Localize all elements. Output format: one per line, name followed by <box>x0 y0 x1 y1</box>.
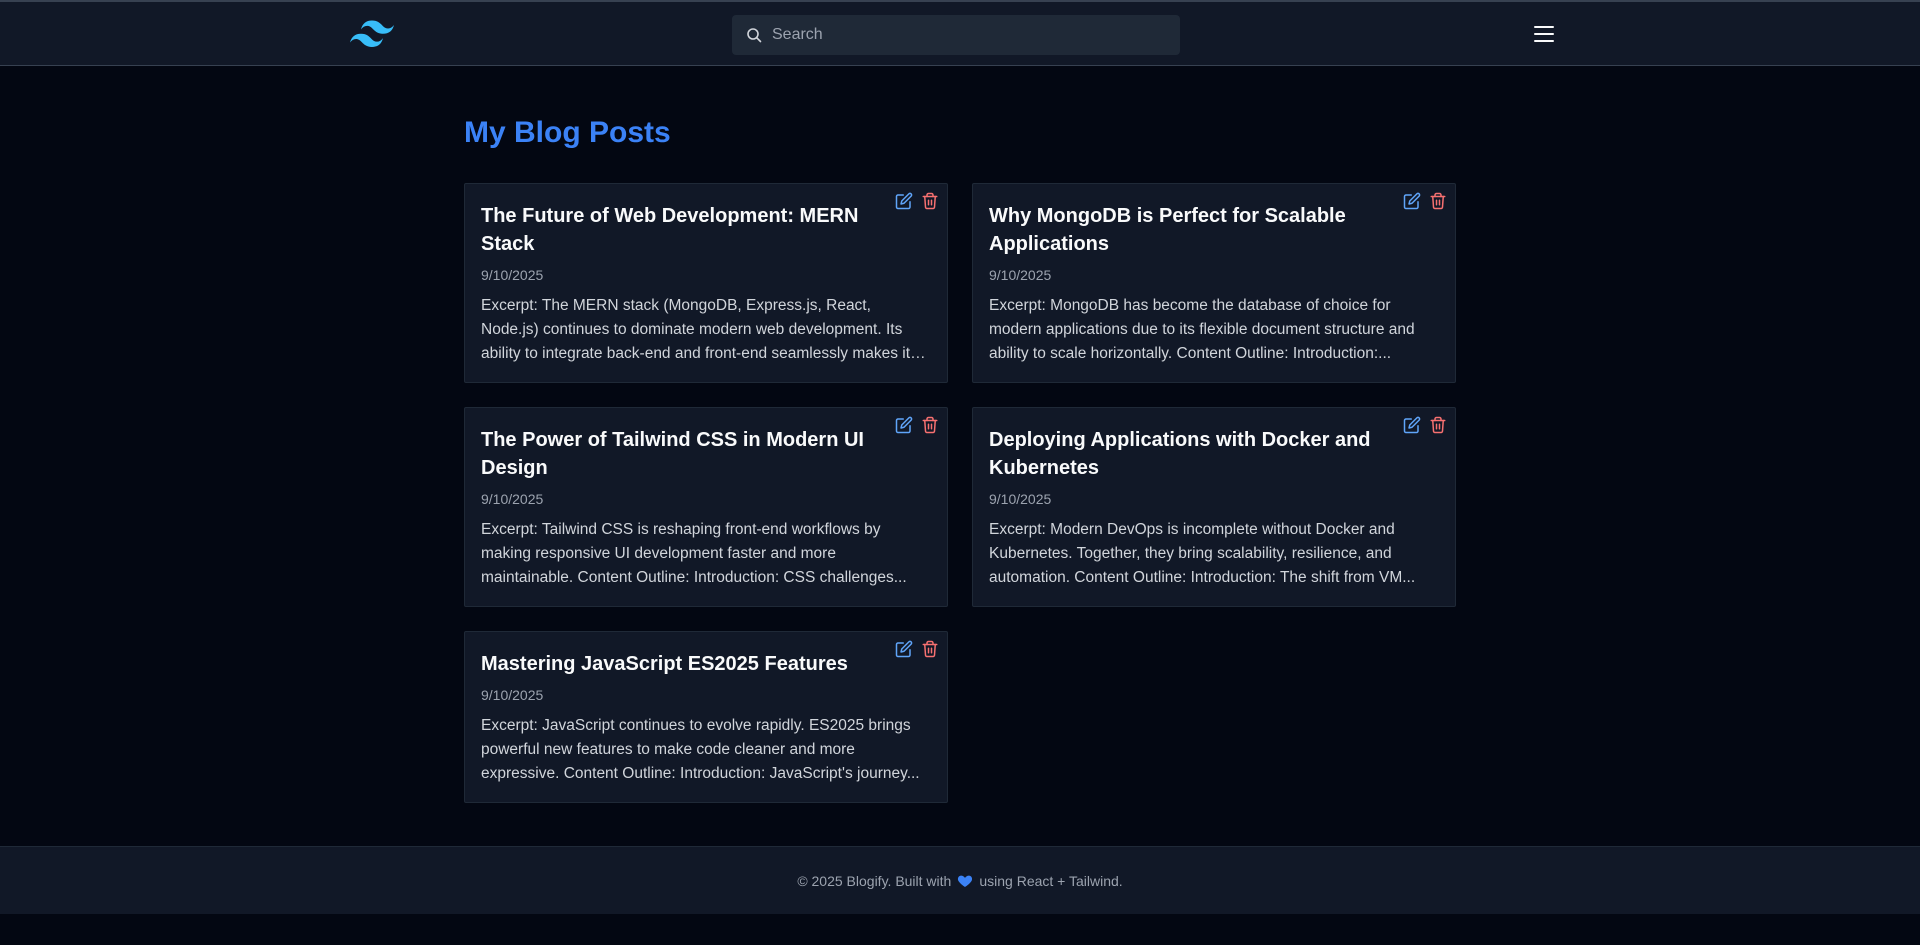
footer-text-after: using React + Tailwind. <box>979 872 1123 889</box>
search-bar[interactable] <box>732 15 1180 55</box>
delete-icon[interactable] <box>921 192 939 210</box>
edit-icon[interactable] <box>1403 416 1421 434</box>
footer: © 2025 Blogify. Built with using React +… <box>0 846 1920 914</box>
top-navbar <box>0 0 1920 66</box>
heart-icon <box>957 873 973 889</box>
delete-icon[interactable] <box>1429 192 1447 210</box>
post-title[interactable]: Why MongoDB is Perfect for Scalable Appl… <box>989 202 1439 258</box>
post-excerpt: Excerpt: JavaScript continues to evolve … <box>481 717 920 782</box>
edit-icon[interactable] <box>1403 192 1421 210</box>
post-title[interactable]: Mastering JavaScript ES2025 Features <box>481 650 931 678</box>
card-actions <box>1403 416 1447 434</box>
delete-icon[interactable] <box>921 640 939 658</box>
post-card[interactable]: Why MongoDB is Perfect for Scalable Appl… <box>972 183 1456 383</box>
card-actions <box>895 416 939 434</box>
post-date: 9/10/2025 <box>481 491 544 507</box>
edit-icon[interactable] <box>895 416 913 434</box>
search-input[interactable] <box>772 26 1152 44</box>
post-date: 9/10/2025 <box>481 687 544 703</box>
tailwind-logo-icon[interactable] <box>350 20 394 48</box>
edit-icon[interactable] <box>895 192 913 210</box>
hamburger-menu-icon[interactable] <box>1534 26 1554 44</box>
post-title[interactable]: The Future of Web Development: MERN Stac… <box>481 202 931 258</box>
post-date: 9/10/2025 <box>989 491 1052 507</box>
post-card[interactable]: The Power of Tailwind CSS in Modern UI D… <box>464 407 948 607</box>
post-excerpt: Excerpt: The MERN stack (MongoDB, Expres… <box>481 297 911 362</box>
post-date: 9/10/2025 <box>989 267 1052 283</box>
post-excerpt: Excerpt: Tailwind CSS is reshaping front… <box>481 521 907 586</box>
posts-grid: The Future of Web Development: MERN Stac… <box>464 183 1456 803</box>
search-icon <box>746 27 762 43</box>
post-excerpt: Excerpt: MongoDB has become the database… <box>989 297 1415 362</box>
edit-icon[interactable] <box>895 640 913 658</box>
post-card[interactable]: Deploying Applications with Docker and K… <box>972 407 1456 607</box>
page-title: My Blog Posts <box>464 116 671 149</box>
card-actions <box>895 640 939 658</box>
post-date: 9/10/2025 <box>481 267 544 283</box>
delete-icon[interactable] <box>1429 416 1447 434</box>
post-card[interactable]: The Future of Web Development: MERN Stac… <box>464 183 948 383</box>
post-card[interactable]: Mastering JavaScript ES2025 Features 9/1… <box>464 631 948 803</box>
post-excerpt: Excerpt: Modern DevOps is incomplete wit… <box>989 521 1416 586</box>
post-title[interactable]: Deploying Applications with Docker and K… <box>989 426 1439 482</box>
footer-text-before: © 2025 Blogify. Built with <box>797 872 952 889</box>
post-title[interactable]: The Power of Tailwind CSS in Modern UI D… <box>481 426 931 482</box>
delete-icon[interactable] <box>921 416 939 434</box>
card-actions <box>895 192 939 210</box>
card-actions <box>1403 192 1447 210</box>
